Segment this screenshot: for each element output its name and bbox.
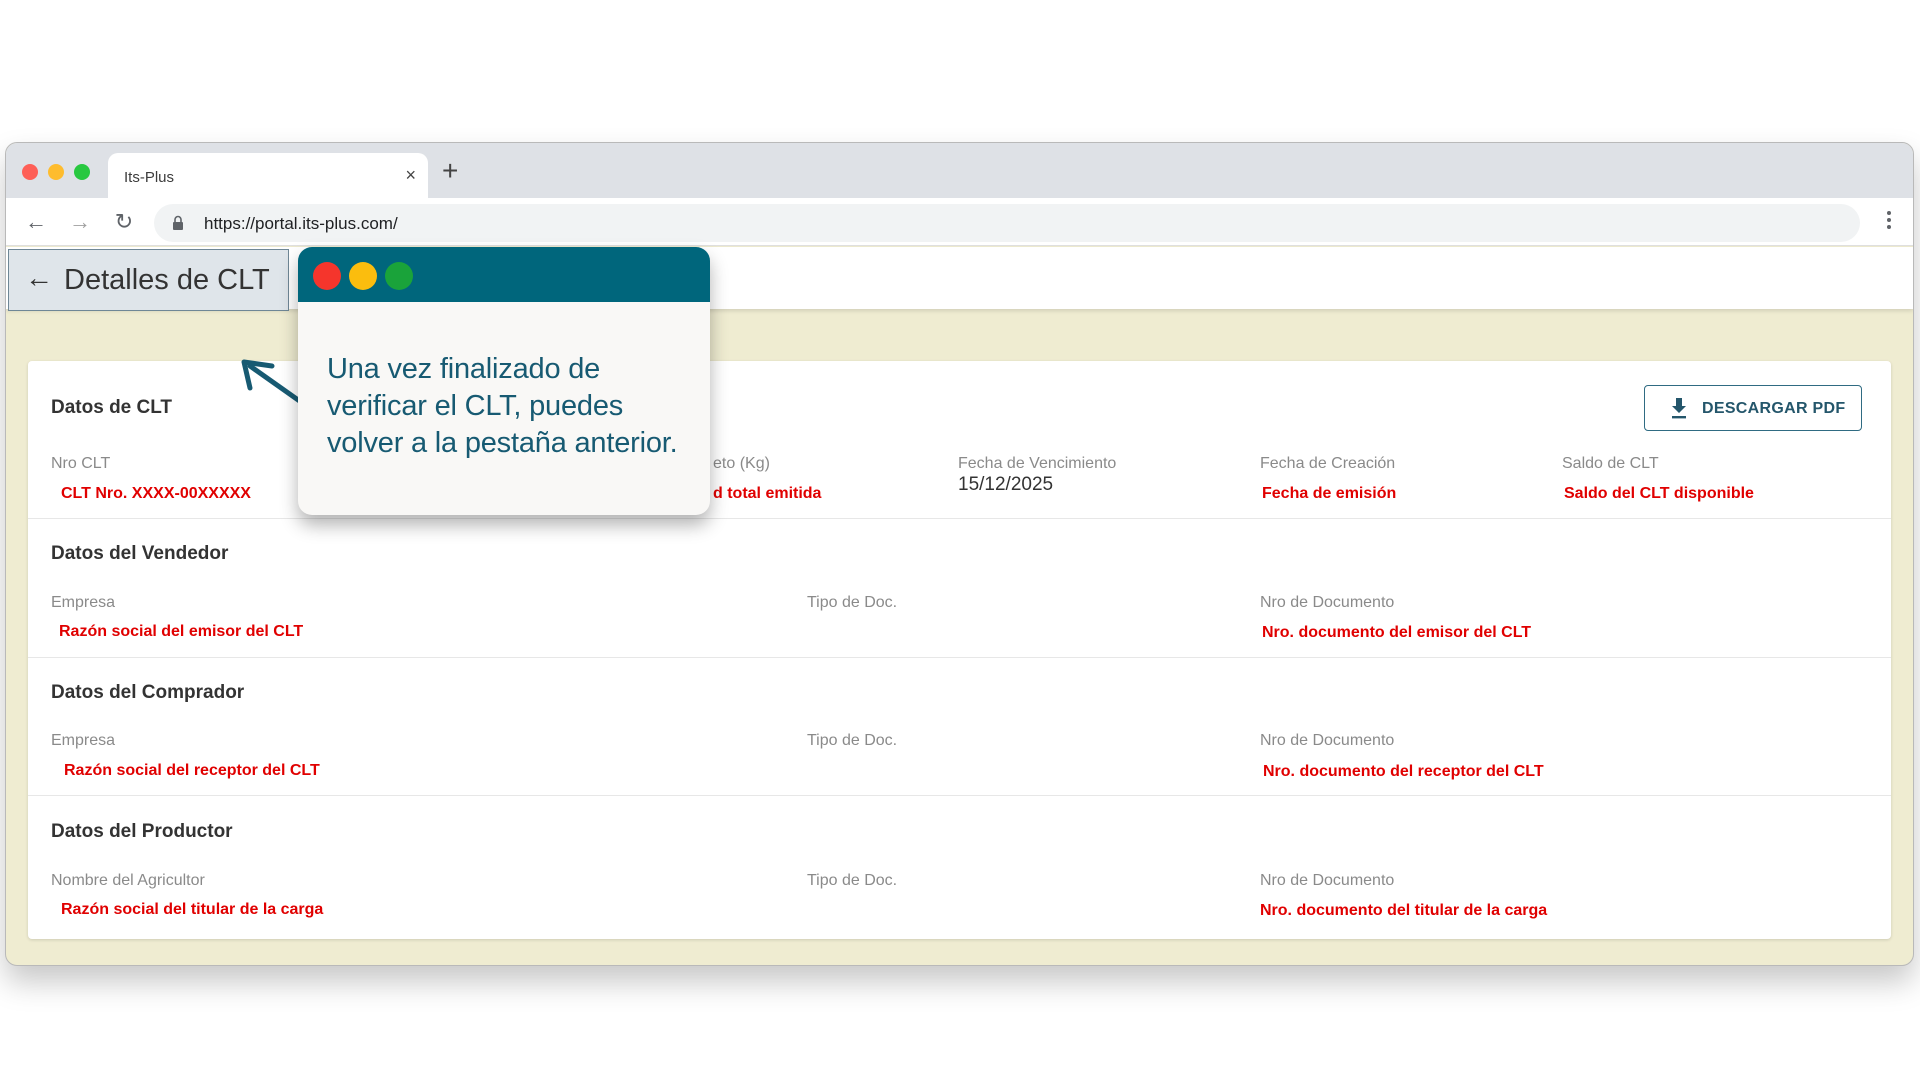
callout-line-2: verificar el CLT, puedes: [327, 390, 624, 422]
download-pdf-label: DESCARGAR PDF: [1702, 400, 1846, 417]
browser-menu-icon[interactable]: [1879, 208, 1899, 236]
maximize-window-dot[interactable]: [74, 164, 90, 180]
comprador-nro-doc-value: Nro. documento del receptor del CLT: [1263, 763, 1544, 780]
close-window-dot[interactable]: [22, 164, 38, 180]
nro-clt-label: Nro CLT: [51, 455, 111, 472]
callout-message: Una vez finalizado de verificar el CLT, …: [327, 351, 699, 462]
section-title-vendedor: Datos del Vendedor: [51, 543, 229, 564]
comprador-nro-doc-label: Nro de Documento: [1260, 732, 1395, 749]
productor-nombre-value: Razón social del titular de la carga: [61, 901, 324, 918]
fecha-creacion-value: Fecha de emisión: [1262, 485, 1397, 502]
back-navigation[interactable]: ← Detalles de CLT: [8, 249, 289, 311]
lock-icon: [173, 215, 183, 230]
comprador-empresa-value: Razón social del receptor del CLT: [64, 762, 320, 779]
callout-header: [298, 247, 710, 302]
minimize-window-dot[interactable]: [48, 164, 64, 180]
tab-close-icon[interactable]: ×: [405, 165, 416, 185]
peso-neto-value: d total emitida: [713, 485, 822, 502]
download-icon: [1672, 398, 1686, 419]
section-vendedor: Datos del Vendedor Empresa Razón social …: [28, 518, 1891, 657]
section-productor: Datos del Productor Nombre del Agriculto…: [28, 795, 1891, 939]
section-title-productor: Datos del Productor: [51, 821, 233, 842]
productor-nro-doc-label: Nro de Documento: [1260, 872, 1395, 889]
browser-back-icon[interactable]: ←: [20, 206, 52, 238]
browser-window: Its-Plus × + ← → ↻ https://portal.its-pl…: [5, 142, 1914, 966]
tab-title: Its-Plus: [124, 169, 175, 186]
tab-bar: Its-Plus × +: [6, 143, 1913, 198]
callout-green-dot: [385, 262, 413, 290]
new-tab-icon[interactable]: +: [442, 157, 458, 185]
back-arrow-icon[interactable]: ←: [25, 262, 53, 294]
callout-line-3: volver a la pestaña anterior.: [327, 427, 678, 459]
callout-yellow-dot: [349, 262, 377, 290]
fecha-creacion-label: Fecha de Creación: [1260, 455, 1396, 472]
section-title-comprador: Datos del Comprador: [51, 682, 245, 703]
browser-toolbar: ← → ↻ https://portal.its-plus.com/: [6, 198, 1913, 246]
vendedor-nro-doc-label: Nro de Documento: [1260, 594, 1395, 611]
productor-nro-doc-value: Nro. documento del titular de la carga: [1260, 902, 1548, 919]
saldo-clt-value: Saldo del CLT disponible: [1564, 485, 1754, 502]
vendedor-tipo-doc-label: Tipo de Doc.: [807, 594, 898, 611]
section-comprador: Datos del Comprador Empresa Razón social…: [28, 657, 1891, 795]
productor-nombre-label: Nombre del Agricultor: [51, 872, 205, 889]
callout-line-1: Una vez finalizado de: [327, 353, 601, 385]
vendedor-empresa-label: Empresa: [51, 594, 116, 611]
productor-tipo-doc-label: Tipo de Doc.: [807, 872, 898, 889]
vendedor-empresa-value: Razón social del emisor del CLT: [59, 623, 304, 640]
saldo-clt-label: Saldo de CLT: [1562, 455, 1659, 472]
fecha-vencimiento-value: 15/12/2025: [958, 474, 1054, 495]
tutorial-callout: Una vez finalizado de verificar el CLT, …: [298, 247, 710, 515]
reload-icon[interactable]: ↻: [108, 206, 140, 238]
fecha-vencimiento-label: Fecha de Vencimiento: [958, 455, 1117, 472]
browser-forward-icon[interactable]: →: [64, 206, 96, 238]
page-title: Detalles de CLT: [64, 264, 270, 296]
callout-red-dot: [313, 262, 341, 290]
app-header: ← Detalles de CLT: [6, 247, 1913, 311]
comprador-empresa-label: Empresa: [51, 732, 116, 749]
nro-clt-value: CLT Nro. XXXX-00XXXXX: [61, 485, 251, 502]
download-pdf-button[interactable]: DESCARGAR PDF: [1644, 385, 1862, 431]
vendedor-nro-doc-value: Nro. documento del emisor del CLT: [1262, 624, 1532, 641]
browser-tab[interactable]: Its-Plus ×: [108, 153, 428, 198]
url-text: https://portal.its-plus.com/: [204, 214, 398, 233]
section-title-clt: Datos de CLT: [51, 397, 173, 418]
address-bar[interactable]: https://portal.its-plus.com/: [154, 204, 1860, 242]
peso-neto-label: eto (Kg): [713, 455, 770, 472]
comprador-tipo-doc-label: Tipo de Doc.: [807, 732, 898, 749]
